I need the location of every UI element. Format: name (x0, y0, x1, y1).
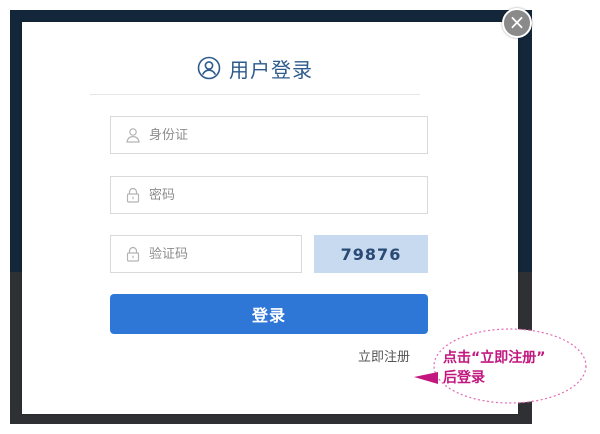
modal-header: 用户登录 (90, 54, 420, 82)
password-input[interactable] (147, 186, 427, 204)
captcha-image[interactable]: 79876 (314, 235, 428, 273)
annotation-line-2: 后登录 (443, 370, 485, 386)
modal-title: 用户登录 (229, 57, 313, 82)
captcha-input[interactable] (147, 245, 321, 263)
id-card-input[interactable] (147, 126, 427, 144)
lock-icon (126, 246, 140, 262)
password-field[interactable] (110, 176, 428, 214)
close-button[interactable]: × (502, 8, 532, 38)
captcha-field[interactable] (110, 235, 321, 273)
annotation-line-1: 点击“立即注册” (443, 350, 546, 366)
register-link[interactable]: 立即注册 (358, 346, 410, 365)
login-button[interactable]: 登录 (110, 294, 428, 334)
user-icon (126, 128, 140, 143)
header-divider (90, 94, 420, 95)
user-circle-icon (197, 56, 221, 80)
lock-icon (126, 187, 140, 203)
annotation-text: 点击“立即注册” 后登录 (443, 348, 545, 388)
id-card-field[interactable] (110, 116, 428, 154)
